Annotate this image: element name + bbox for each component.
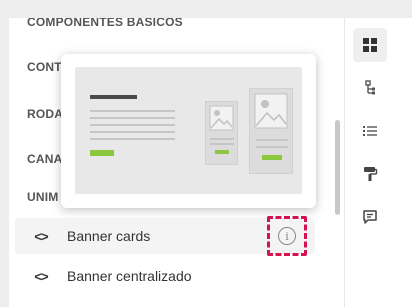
- preview-text-line: [90, 138, 175, 140]
- block-item-banner-centralizado[interactable]: <> Banner centralizado: [15, 258, 315, 294]
- preview-button: [90, 150, 114, 156]
- code-icon: <>: [34, 228, 48, 244]
- grid-icon: [363, 38, 377, 52]
- tree-icon: [365, 80, 375, 95]
- category-header[interactable]: CONT: [27, 60, 62, 74]
- style-button[interactable]: [353, 157, 387, 191]
- image-placeholder-icon: [209, 105, 234, 131]
- preview-card-large: [249, 88, 293, 174]
- preview-title-line: [90, 95, 137, 99]
- category-header[interactable]: UNIM: [27, 190, 58, 204]
- image-placeholder-icon: [254, 93, 288, 129]
- preview-text-line: [90, 131, 175, 133]
- category-header[interactable]: RODA: [27, 107, 63, 121]
- preview-text-line: [90, 124, 175, 126]
- category-header[interactable]: CANA: [27, 152, 62, 166]
- code-icon: <>: [34, 268, 48, 284]
- preview-text-line: [90, 117, 175, 119]
- info-highlight[interactable]: i: [267, 216, 307, 256]
- preview-card-small: [205, 101, 238, 165]
- category-header[interactable]: COMPONENTES BASICOS: [27, 18, 183, 29]
- block-preview-image: [75, 67, 302, 194]
- list-icon: [363, 126, 377, 136]
- scrollbar[interactable]: [335, 120, 340, 215]
- paint-roller-icon: [364, 167, 378, 181]
- right-toolbar: [344, 18, 394, 307]
- layers-button[interactable]: [353, 71, 387, 105]
- comment-icon: [363, 210, 377, 224]
- block-preview-popover: [61, 54, 316, 208]
- list-button[interactable]: [353, 114, 387, 148]
- blocks-button[interactable]: [353, 28, 387, 62]
- block-item-label: Banner cards: [67, 228, 151, 244]
- preview-text-line: [90, 110, 175, 112]
- comments-button[interactable]: [353, 200, 387, 234]
- block-item-label: Banner centralizado: [67, 268, 192, 284]
- info-icon[interactable]: i: [278, 227, 296, 245]
